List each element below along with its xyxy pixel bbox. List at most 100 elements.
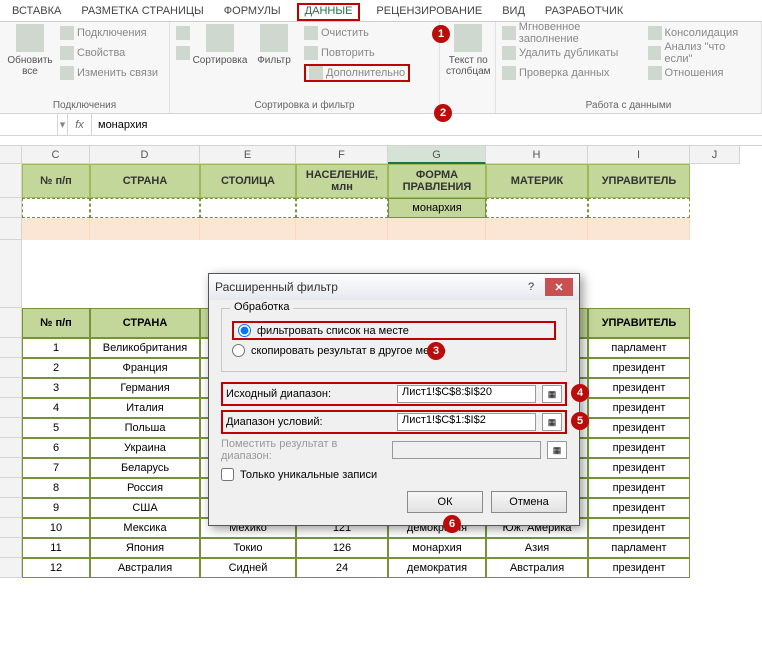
cell-form[interactable]: демократия — [388, 558, 486, 578]
cell-gov[interactable]: парламент — [588, 338, 690, 358]
cell-country[interactable]: Мексика — [90, 518, 200, 538]
cell-country[interactable]: Италия — [90, 398, 200, 418]
cell-capital[interactable]: Токио — [200, 538, 296, 558]
flash-fill[interactable]: Мгновенное заполнение — [502, 24, 642, 42]
radio-filter-in-place[interactable] — [238, 324, 251, 337]
properties-item[interactable]: Свойства — [60, 44, 158, 62]
cell-gov[interactable]: президент — [588, 518, 690, 538]
cell-country[interactable]: Беларусь — [90, 458, 200, 478]
cell-n[interactable]: 3 — [22, 378, 90, 398]
cell-cont[interactable]: Австралия — [486, 558, 588, 578]
table-row[interactable]: 11ЯпонияТокио126монархияАзияпарламент — [0, 538, 762, 558]
formula-input[interactable]: монархия — [92, 114, 762, 135]
cell-gov[interactable]: президент — [588, 558, 690, 578]
cancel-button[interactable]: Отмена — [491, 491, 567, 513]
cell-gov[interactable]: президент — [588, 498, 690, 518]
tab-data[interactable]: ДАННЫЕ — [297, 3, 361, 21]
cell-n[interactable]: 2 — [22, 358, 90, 378]
cell-n[interactable]: 10 — [22, 518, 90, 538]
unique-records-checkbox[interactable] — [221, 468, 234, 481]
dest-range-picker[interactable]: ▦ — [547, 441, 567, 459]
sort-button[interactable]: Сортировка — [196, 24, 244, 66]
cell-country[interactable]: Польша — [90, 418, 200, 438]
cell-gov[interactable]: президент — [588, 398, 690, 418]
cell-country[interactable]: Франция — [90, 358, 200, 378]
criteria-cell[interactable] — [90, 198, 200, 218]
name-box[interactable] — [0, 114, 58, 135]
cell-country[interactable]: Великобритания — [90, 338, 200, 358]
sort-az[interactable] — [176, 24, 190, 42]
cell-country[interactable]: Россия — [90, 478, 200, 498]
filter-button[interactable]: Фильтр — [250, 24, 298, 66]
cell-capital[interactable]: Сидней — [200, 558, 296, 578]
cell-country[interactable]: Япония — [90, 538, 200, 558]
table-row[interactable]: 12АвстралияСидней24демократияАвстралияпр… — [0, 558, 762, 578]
criteria-cell[interactable] — [200, 198, 296, 218]
col-J[interactable]: J — [690, 146, 740, 164]
tab-review[interactable]: РЕЦЕНЗИРОВАНИЕ — [372, 3, 486, 21]
cell-n[interactable]: 4 — [22, 398, 90, 418]
col-F[interactable]: F — [296, 146, 388, 164]
src-range-picker[interactable]: ▦ — [542, 385, 562, 403]
cell-n[interactable]: 12 — [22, 558, 90, 578]
edit-links-item[interactable]: Изменить связи — [60, 64, 158, 82]
cell-n[interactable]: 11 — [22, 538, 90, 558]
advanced-filter[interactable]: Дополнительно — [304, 64, 410, 82]
remove-duplicates[interactable]: Удалить дубликаты — [502, 44, 642, 62]
refresh-all-button[interactable]: Обновить все — [6, 24, 54, 77]
cell-n[interactable]: 9 — [22, 498, 90, 518]
cell-gov[interactable]: президент — [588, 478, 690, 498]
cell-form[interactable]: монархия — [388, 538, 486, 558]
cell-n[interactable]: 5 — [22, 418, 90, 438]
cell-n[interactable]: 1 — [22, 338, 90, 358]
cell-n[interactable]: 6 — [22, 438, 90, 458]
cell-n[interactable]: 7 — [22, 458, 90, 478]
radio-copy-elsewhere[interactable] — [232, 344, 245, 357]
cell-n[interactable]: 8 — [22, 478, 90, 498]
criteria-cell-value[interactable]: монархия — [388, 198, 486, 218]
fx-button[interactable]: fx — [68, 114, 92, 135]
tab-formulas[interactable]: ФОРМУЛЫ — [220, 3, 285, 21]
criteria-cell[interactable] — [486, 198, 588, 218]
data-validation[interactable]: Проверка данных — [502, 64, 642, 82]
tab-pagelayout[interactable]: РАЗМЕТКА СТРАНИЦЫ — [77, 3, 207, 21]
col-G[interactable]: G — [388, 146, 486, 164]
what-if[interactable]: Анализ "что если" — [648, 44, 755, 62]
cell-cont[interactable]: Азия — [486, 538, 588, 558]
criteria-cell[interactable] — [296, 198, 388, 218]
tab-developer[interactable]: РАЗРАБОТЧИК — [541, 3, 627, 21]
cell-pop[interactable]: 126 — [296, 538, 388, 558]
cell-gov[interactable]: президент — [588, 418, 690, 438]
col-D[interactable]: D — [90, 146, 200, 164]
cell-country[interactable]: Австралия — [90, 558, 200, 578]
criteria-cell[interactable] — [588, 198, 690, 218]
cell-gov[interactable]: президент — [588, 438, 690, 458]
dialog-close-button[interactable]: ✕ — [545, 278, 573, 296]
col-H[interactable]: H — [486, 146, 588, 164]
col-E[interactable]: E — [200, 146, 296, 164]
dialog-help-button[interactable]: ? — [517, 278, 545, 296]
connections-item[interactable]: Подключения — [60, 24, 158, 42]
cell-gov[interactable]: парламент — [588, 538, 690, 558]
ok-button[interactable]: ОК — [407, 491, 483, 513]
cell-gov[interactable]: президент — [588, 358, 690, 378]
clear-filter[interactable]: Очистить — [304, 24, 410, 42]
criteria-range-picker[interactable]: ▦ — [542, 413, 562, 431]
cell-pop[interactable]: 24 — [296, 558, 388, 578]
cell-country[interactable]: Германия — [90, 378, 200, 398]
sort-za[interactable] — [176, 44, 190, 62]
col-I[interactable]: I — [588, 146, 690, 164]
consolidate[interactable]: Консолидация — [648, 24, 755, 42]
criteria-range-input[interactable]: Лист1!$C$1:$I$2 — [397, 413, 536, 431]
src-range-input[interactable]: Лист1!$C$8:$I$20 — [397, 385, 536, 403]
relations[interactable]: Отношения — [648, 64, 755, 82]
criteria-cell[interactable] — [22, 198, 90, 218]
cell-gov[interactable]: президент — [588, 458, 690, 478]
cell-gov[interactable]: президент — [588, 378, 690, 398]
reapply-filter[interactable]: Повторить — [304, 44, 410, 62]
cell-country[interactable]: США — [90, 498, 200, 518]
text-to-columns-button[interactable]: Текст по столбцам — [446, 24, 491, 77]
cell-country[interactable]: Украина — [90, 438, 200, 458]
tab-insert[interactable]: ВСТАВКА — [8, 3, 65, 21]
col-C[interactable]: C — [22, 146, 90, 164]
